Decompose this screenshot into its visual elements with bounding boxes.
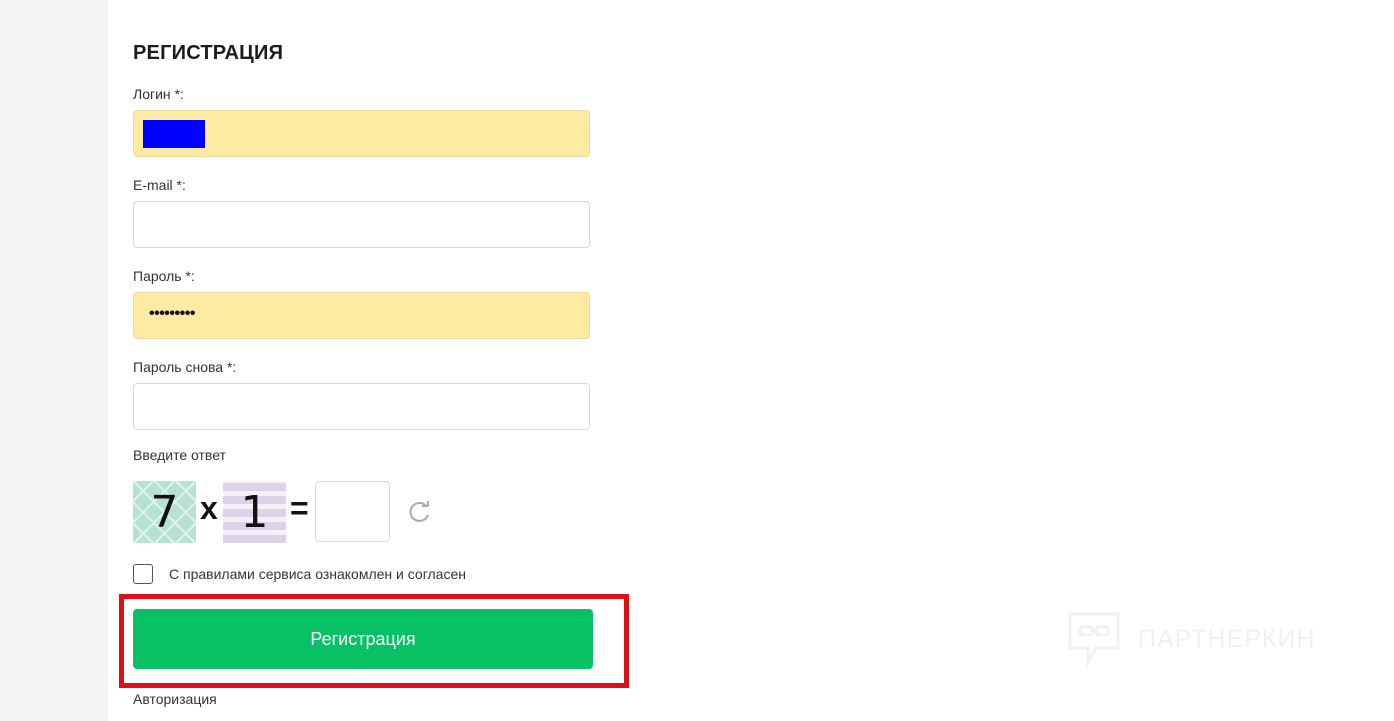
captcha-right-operand: 1 (240, 486, 269, 538)
login-label: Логин *: (133, 86, 184, 102)
captcha-operator: x (200, 490, 218, 526)
agree-label: С правилами сервиса ознакомлен и согласе… (169, 566, 466, 582)
password-label: Пароль *: (133, 268, 195, 284)
login-input[interactable] (133, 110, 590, 157)
watermark-logo-icon (1068, 612, 1120, 668)
agree-checkbox[interactable] (133, 564, 153, 584)
password-masked-value: ••••••••• (149, 305, 195, 322)
captcha-left-operand: 7 (150, 486, 179, 538)
refresh-icon[interactable] (407, 499, 433, 525)
captcha-right-image: 1 (223, 481, 286, 543)
captcha-label: Введите ответ (133, 447, 226, 463)
email-input[interactable] (133, 201, 590, 248)
password-input[interactable]: ••••••••• (133, 292, 590, 339)
captcha-left-image: 7 (133, 481, 196, 543)
left-sidebar-strip (0, 0, 108, 721)
highlight-frame (119, 594, 629, 688)
captcha-answer-input[interactable] (315, 481, 390, 542)
watermark-text: ПАРТНЕРКИН (1138, 624, 1316, 653)
page-title: РЕГИСТРАЦИЯ (133, 42, 284, 64)
password-repeat-label: Пароль снова *: (133, 359, 237, 375)
email-label: E-mail *: (133, 177, 186, 193)
redacted-login-value (143, 120, 205, 148)
watermark: ПАРТНЕРКИН (1066, 610, 1315, 668)
password-repeat-input[interactable] (133, 383, 590, 430)
authorization-link[interactable]: Авторизация (133, 691, 217, 707)
captcha-equals: = (290, 490, 309, 526)
